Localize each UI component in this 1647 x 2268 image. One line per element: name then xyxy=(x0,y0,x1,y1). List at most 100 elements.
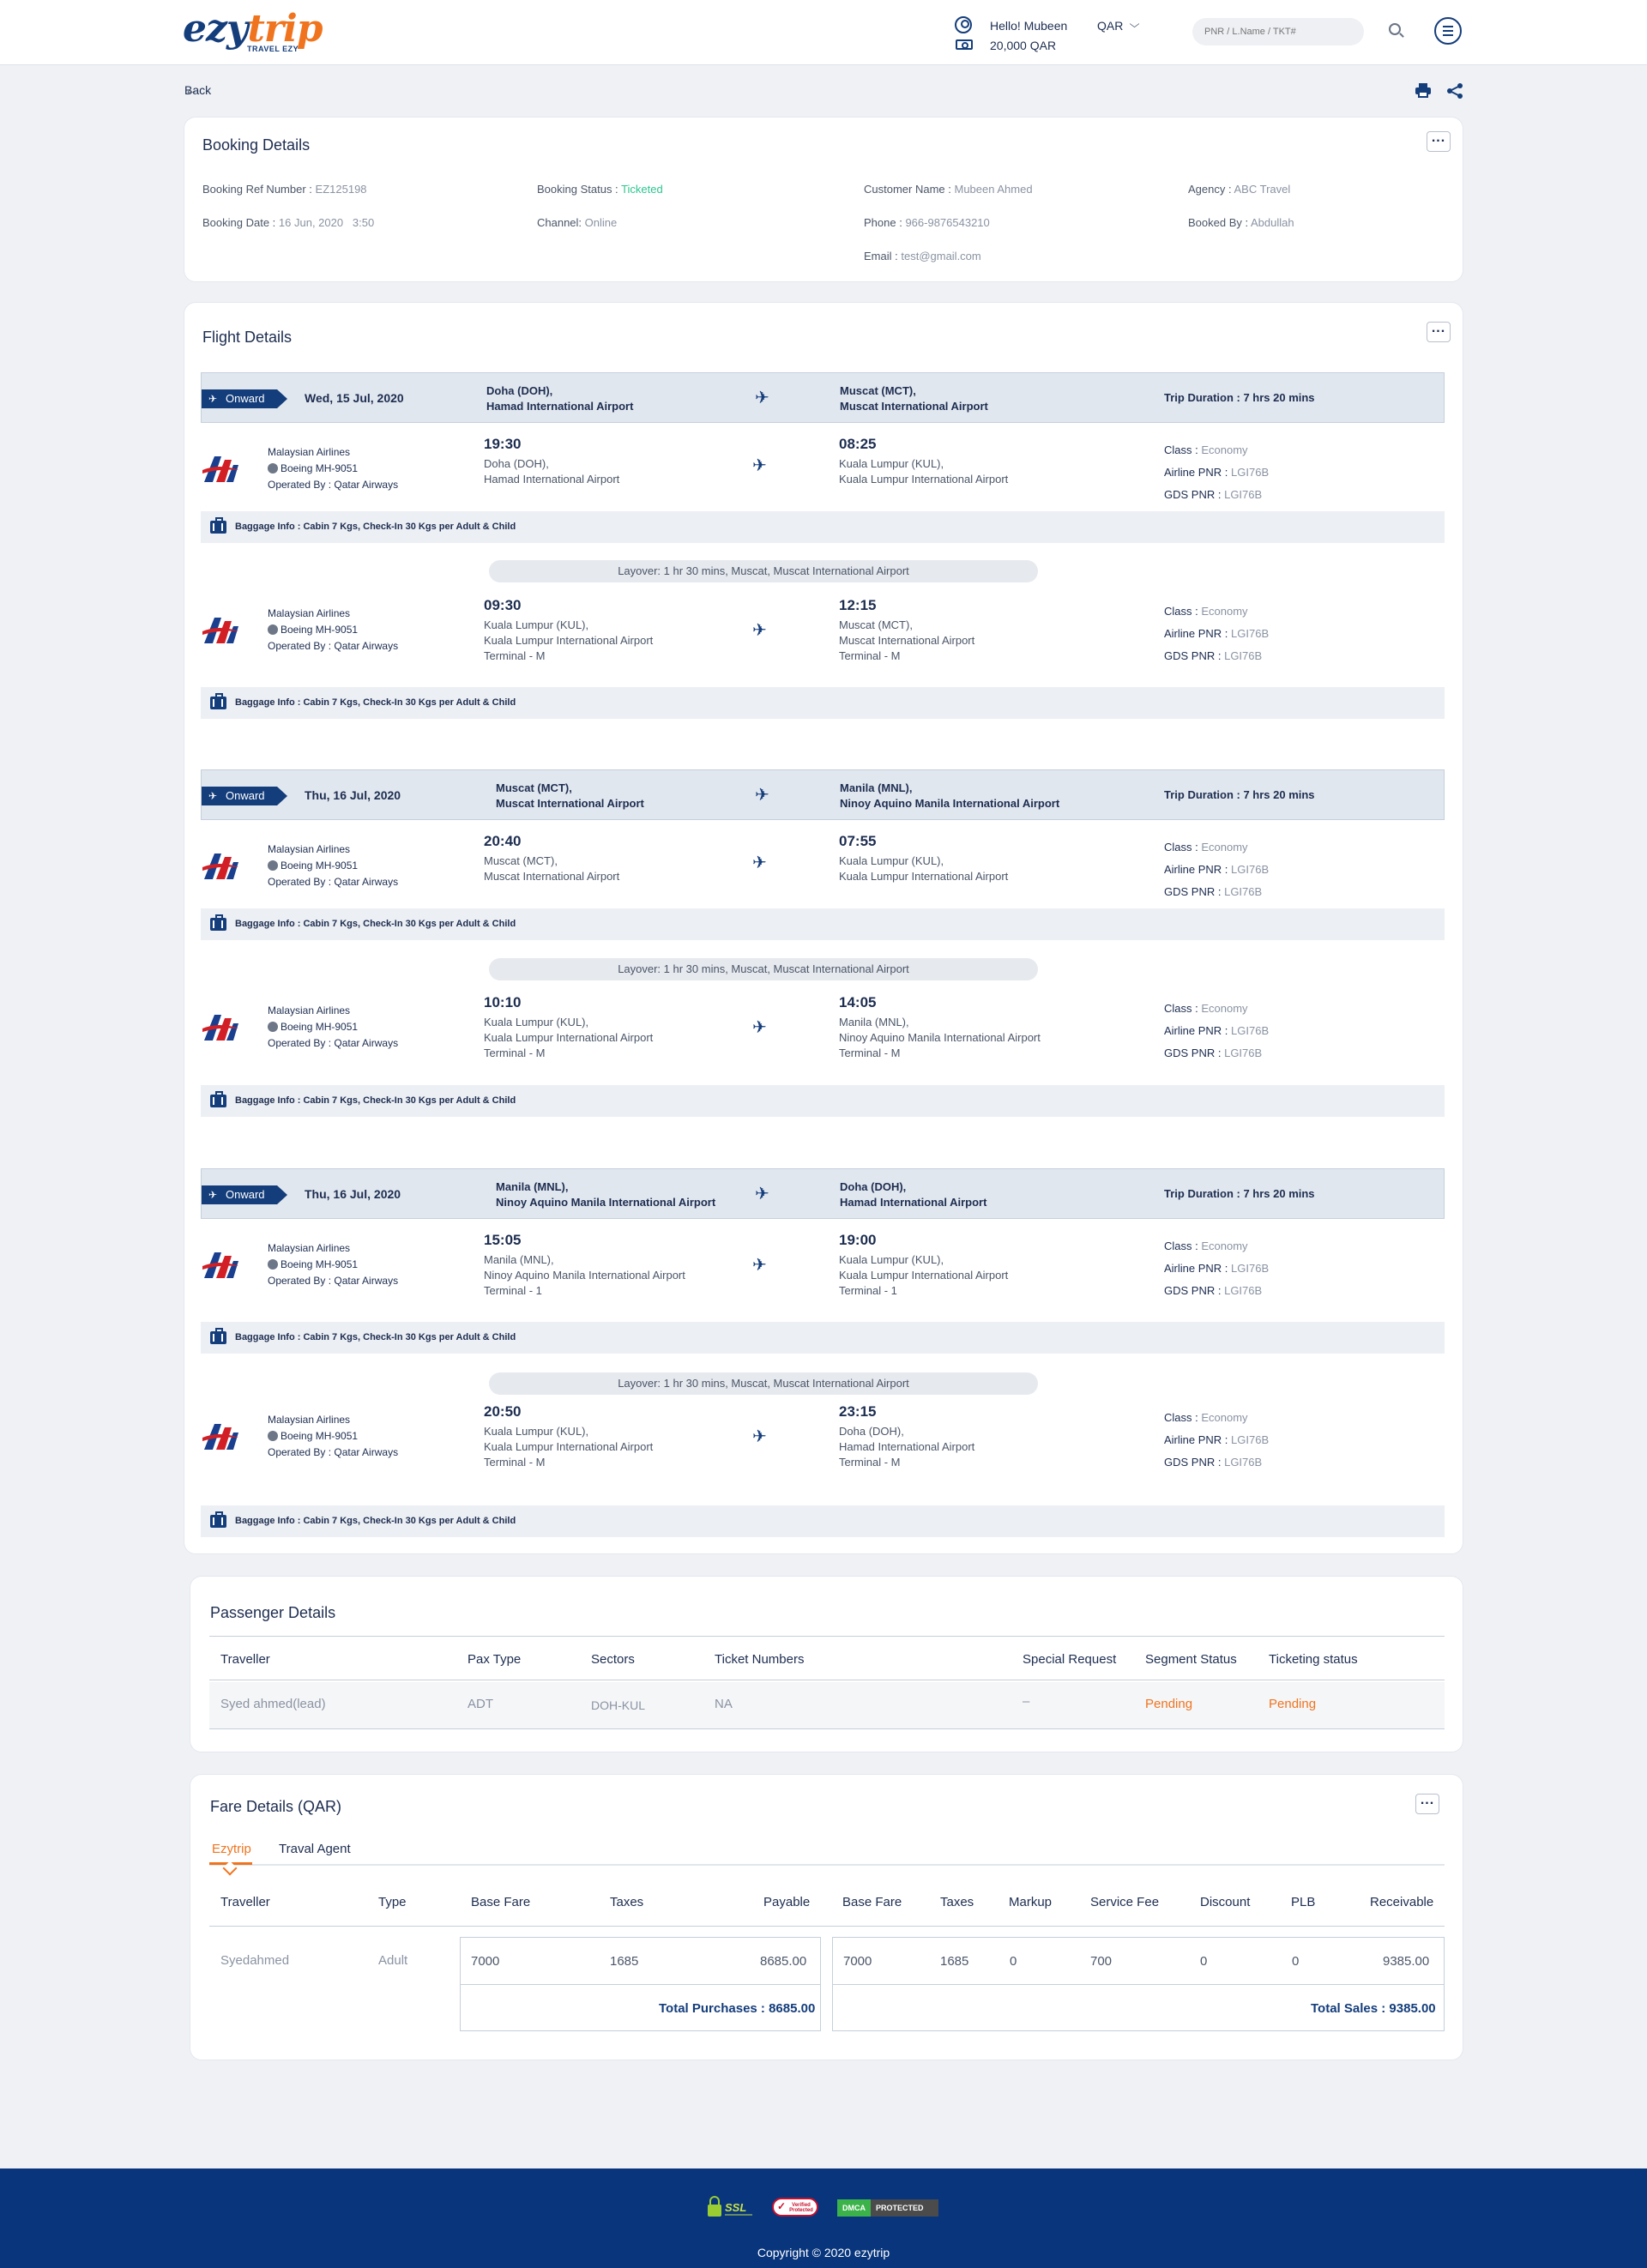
search-icon[interactable] xyxy=(1389,23,1401,35)
back-link[interactable]: ← Back xyxy=(184,83,211,98)
more-options-button[interactable]: ... xyxy=(1427,322,1451,342)
phone: Phone : 966-9876543210 xyxy=(864,216,990,229)
fare-col-service-fee: Service Fee xyxy=(1090,1895,1160,1909)
departure-info: 10:10 Kuala Lumpur (KUL), Kuala Lumpur Int… xyxy=(484,992,653,1061)
departure-airport: Kuala Lumpur International Airport xyxy=(484,1440,654,1453)
arrival-time: 07:55 xyxy=(839,833,877,849)
arrival-city: Kuala Lumpur (KUL), xyxy=(839,457,944,470)
agency: Agency : ABC Travel xyxy=(1188,183,1291,196)
airline-name: Malaysian Airlines xyxy=(268,1004,351,1016)
arrival-info: 12:15 Muscat (MCT), Muscat International A… xyxy=(839,595,974,664)
from-airport: Ninoy Aquino Manila International Airpor… xyxy=(496,1196,716,1209)
departure-city: Manila (MNL), xyxy=(484,1253,554,1266)
plane-icon: ✈ xyxy=(752,1256,767,1275)
airline-info: Malaysian Airlines Boeing MH-9051 Operated… xyxy=(268,444,398,493)
passenger-details-title: Passenger Details xyxy=(210,1604,336,1621)
baggage-info: Baggage Info : Cabin 7 Kgs, Check-In 30 … xyxy=(201,687,1445,719)
airline-info: Malaysian Airlines Boeing MH-9051 Operated… xyxy=(268,1412,398,1461)
print-icon[interactable] xyxy=(1415,82,1432,98)
menu-button[interactable] xyxy=(1434,17,1462,45)
departure-time: 09:30 xyxy=(484,597,522,613)
gds-pnr-value: LGI76B xyxy=(1224,1047,1263,1059)
baggage-text: Baggage Info : Cabin 7 Kgs, Check-In 30 … xyxy=(235,1095,516,1106)
fare-col-plb: PLB xyxy=(1291,1895,1316,1909)
malaysia-airlines-logo-icon xyxy=(202,1015,238,1041)
departure-city: Kuala Lumpur (KUL), xyxy=(484,618,589,631)
cell-segment-status: Pending xyxy=(1145,1697,1193,1711)
from-city: Manila (MNL), xyxy=(496,1180,569,1193)
gds-pnr-label: GDS PNR : xyxy=(1164,1456,1222,1469)
departure-airport: Muscat International Airport xyxy=(484,870,620,883)
operated-by: Operated By : Qatar Airways xyxy=(268,1275,399,1287)
more-options-button[interactable]: ... xyxy=(1427,131,1451,152)
class-value: Economy xyxy=(1201,1240,1248,1252)
greeting[interactable]: Hello! Mubeen xyxy=(990,19,1067,33)
currency-selector[interactable]: QAR xyxy=(1097,19,1123,33)
col-segment-status: Segment Status xyxy=(1145,1652,1237,1667)
fare-col-receivable: Receivable xyxy=(1370,1895,1434,1909)
arrival-info: 19:00 Kuala Lumpur (KUL), Kuala Lumpur Int… xyxy=(839,1230,1008,1299)
airline-pnr-label: Airline PNR : xyxy=(1164,863,1228,876)
layover-info: Layover: 1 hr 30 mins, Muscat, Muscat In… xyxy=(489,958,1038,980)
baggage-text: Baggage Info : Cabin 7 Kgs, Check-In 30 … xyxy=(235,522,516,532)
globe-icon xyxy=(268,463,278,474)
cell-sectors: DOH-KUL xyxy=(591,1698,646,1712)
segment-header: Onward Wed, 15 Jul, 2020 Doha (DOH), Hamad … xyxy=(201,372,1445,423)
fare-markup: 0 xyxy=(1010,1954,1017,1969)
segment-from: Muscat (MCT), Muscat International Airpor… xyxy=(496,781,644,811)
search-input[interactable] xyxy=(1192,18,1364,45)
airline-pnr-row: Airline PNR : LGI76B xyxy=(1164,461,1269,484)
gds-pnr-label: GDS PNR : xyxy=(1164,1047,1222,1059)
gds-pnr-value: LGI76B xyxy=(1224,488,1263,501)
to-city: Doha (DOH), xyxy=(840,1180,907,1193)
ezytrip-logo[interactable]: ezytrip TRAVEL EZY xyxy=(183,7,323,58)
aircraft: Boeing MH-9051 xyxy=(268,858,398,874)
flight-leg: Malaysian Airlines Boeing MH-9051 Operated… xyxy=(201,585,1445,681)
dmca-badge: DMCA PROTECTED xyxy=(837,2199,938,2217)
plane-icon: ✈ xyxy=(755,1185,769,1203)
departure-terminal: Terminal - 1 xyxy=(484,1284,542,1297)
fare-plb: 0 xyxy=(1292,1954,1300,1969)
airline-pnr-label: Airline PNR : xyxy=(1164,1262,1228,1275)
to-airport: Muscat International Airport xyxy=(840,400,988,413)
tab-ezytrip[interactable]: Ezytrip xyxy=(212,1842,251,1856)
airline-pnr-value: LGI76B xyxy=(1231,1433,1270,1446)
gds-pnr-value: LGI76B xyxy=(1224,885,1263,898)
tab-travel-agent[interactable]: Traval Agent xyxy=(279,1842,351,1856)
top-header: ezytrip TRAVEL EZY Hello! Mubeen 20,000 … xyxy=(0,0,1647,65)
booking-details-card: Booking Details ... Booking Ref Number :… xyxy=(184,117,1463,282)
chevron-down-icon[interactable]: ⌵ xyxy=(1130,18,1140,31)
col-ticket-numbers: Ticket Numbers xyxy=(715,1652,805,1667)
airline-name: Malaysian Airlines xyxy=(268,607,351,619)
more-options-button[interactable]: ... xyxy=(1415,1794,1439,1814)
arrival-time: 12:15 xyxy=(839,597,877,613)
departure-city: Kuala Lumpur (KUL), xyxy=(484,1425,589,1438)
plane-icon: ✈ xyxy=(752,854,767,872)
baggage-info: Baggage Info : Cabin 7 Kgs, Check-In 30 … xyxy=(201,1085,1445,1117)
trip-duration: Trip Duration : 7 hrs 20 mins xyxy=(1164,1187,1315,1200)
baggage-info: Baggage Info : Cabin 7 Kgs, Check-In 30 … xyxy=(201,511,1445,543)
gds-pnr-value: LGI76B xyxy=(1224,1456,1263,1469)
departure-terminal: Terminal - M xyxy=(484,649,546,662)
segment-to: Manila (MNL), Ninoy Aquino Manila Interna… xyxy=(840,781,1059,811)
departure-info: 20:50 Kuala Lumpur (KUL), Kuala Lumpur Int… xyxy=(484,1402,653,1470)
channel: Channel: Online xyxy=(537,216,618,229)
plane-icon: ✈ xyxy=(752,456,767,475)
flight-leg: Malaysian Airlines Boeing MH-9051 Operated… xyxy=(201,1391,1445,1487)
fare-taxes-2: 1685 xyxy=(940,1954,969,1969)
airline-pnr-row: Airline PNR : LGI76B xyxy=(1164,859,1269,881)
from-city: Doha (DOH), xyxy=(486,384,553,397)
fare-payable: 8685.00 xyxy=(760,1954,807,1969)
arrival-city: Muscat (MCT), xyxy=(839,618,913,631)
verified-badge: Verified Protected xyxy=(772,2198,818,2217)
departure-airport: Ninoy Aquino Manila International Airpor… xyxy=(484,1269,685,1282)
departure-time: 20:40 xyxy=(484,833,522,849)
logo-ezy: ezy xyxy=(183,7,249,51)
class-value: Economy xyxy=(1201,605,1248,618)
operated-by: Operated By : Qatar Airways xyxy=(268,640,399,652)
airline-name: Malaysian Airlines xyxy=(268,446,351,458)
passenger-table-header: Traveller Pax Type Sectors Ticket Number… xyxy=(209,1636,1445,1680)
fare-discount: 0 xyxy=(1200,1954,1208,1969)
share-icon[interactable] xyxy=(1446,82,1463,100)
operated-by: Operated By : Qatar Airways xyxy=(268,876,399,888)
